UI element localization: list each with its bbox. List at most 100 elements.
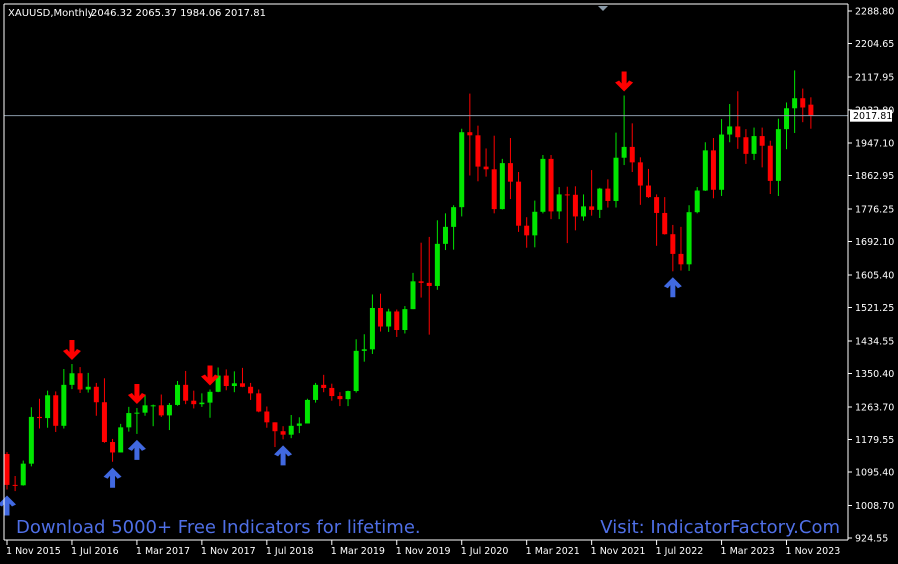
candle-body bbox=[394, 311, 400, 331]
time-tick-label: 1 Jul 2016 bbox=[71, 546, 119, 557]
candle-body bbox=[410, 281, 416, 310]
candle-body bbox=[540, 158, 546, 212]
candle-body bbox=[581, 206, 587, 217]
candle-body bbox=[321, 384, 327, 388]
price-tick-label: 1095.40 bbox=[855, 468, 894, 479]
price-tick-label: 1776.25 bbox=[855, 204, 894, 215]
time-tick-label: 1 Jul 2022 bbox=[656, 546, 704, 557]
candle-body bbox=[77, 373, 83, 390]
price-tick-label: 1179.55 bbox=[855, 435, 894, 446]
candle-body bbox=[451, 207, 457, 227]
candle bbox=[4, 452, 10, 490]
candle-body bbox=[93, 386, 99, 403]
candle-body bbox=[589, 206, 595, 210]
candle-body bbox=[223, 375, 229, 387]
candle-body bbox=[158, 405, 164, 416]
price-tick-label: 2117.95 bbox=[855, 72, 894, 83]
time-tick-label: 1 Mar 2017 bbox=[136, 546, 190, 557]
candle-body bbox=[613, 157, 619, 201]
candle-body bbox=[548, 158, 554, 212]
candle-body bbox=[564, 194, 570, 196]
candle-body bbox=[142, 405, 148, 413]
candle-body bbox=[621, 146, 627, 158]
chart-background bbox=[0, 0, 898, 564]
candle-body bbox=[800, 98, 806, 108]
candle-body bbox=[61, 384, 67, 426]
candle-body bbox=[719, 134, 725, 190]
candle-body bbox=[69, 373, 75, 385]
price-tick-label: 1947.10 bbox=[855, 138, 894, 149]
candle-body bbox=[759, 136, 765, 146]
candle-body bbox=[126, 413, 132, 428]
candle-body bbox=[12, 484, 18, 486]
candle-body bbox=[53, 395, 59, 426]
candle-body bbox=[808, 104, 814, 116]
candle-body bbox=[491, 169, 497, 210]
candle-body bbox=[418, 281, 424, 283]
time-tick-label: 1 Nov 2017 bbox=[201, 546, 256, 557]
price-tick-label: 1263.70 bbox=[855, 402, 894, 413]
time-tick-label: 1 Mar 2021 bbox=[526, 546, 580, 557]
time-tick-label: 1 Nov 2023 bbox=[786, 546, 841, 557]
candle-body bbox=[110, 442, 116, 453]
candle bbox=[20, 460, 26, 486]
candle bbox=[313, 382, 319, 403]
promo-visit-text: Visit: IndicatorFactory.Com bbox=[600, 517, 840, 538]
candle-body bbox=[662, 212, 668, 235]
candle-body bbox=[20, 463, 26, 486]
candle bbox=[540, 155, 546, 214]
time-tick-label: 1 Nov 2015 bbox=[6, 546, 61, 557]
candle-body bbox=[345, 391, 351, 400]
candle-body bbox=[378, 307, 384, 327]
time-tick-label: 1 Mar 2023 bbox=[721, 546, 775, 557]
candle-body bbox=[207, 391, 213, 403]
price-tick-label: 1350.40 bbox=[855, 369, 894, 380]
candle-body bbox=[784, 108, 790, 130]
candle-body bbox=[467, 132, 473, 136]
candle-body bbox=[426, 282, 432, 286]
candle-body bbox=[459, 132, 465, 208]
chart-canvas[interactable]: 2288.802204.652117.952032.801947.101862.… bbox=[0, 0, 898, 564]
candle-body bbox=[256, 393, 262, 412]
candle-body bbox=[45, 395, 51, 419]
candle-body bbox=[516, 181, 522, 226]
candle-body bbox=[329, 387, 335, 397]
candle bbox=[304, 398, 310, 424]
time-tick-label: 1 Jul 2018 bbox=[266, 546, 314, 557]
candle-body bbox=[288, 425, 294, 435]
candle-body bbox=[654, 197, 660, 213]
candle-body bbox=[751, 136, 757, 154]
candle-body bbox=[442, 226, 448, 244]
candle-body bbox=[337, 396, 343, 400]
time-tick-label: 1 Nov 2019 bbox=[396, 546, 451, 557]
candle-body bbox=[694, 190, 700, 213]
candle-body bbox=[150, 405, 156, 407]
candle-body bbox=[231, 383, 237, 387]
time-tick-label: 1 Nov 2021 bbox=[591, 546, 646, 557]
chart-window[interactable]: 2288.802204.652117.952032.801947.101862.… bbox=[0, 0, 898, 564]
candle-body bbox=[637, 162, 643, 186]
candle-body bbox=[678, 253, 684, 265]
promo-download-text: Download 5000+ Free Indicators for lifet… bbox=[16, 517, 421, 538]
candle-body bbox=[166, 404, 172, 416]
candle-body bbox=[361, 349, 367, 351]
candle bbox=[686, 205, 692, 271]
candle-body bbox=[605, 188, 611, 201]
candle-body bbox=[191, 400, 197, 405]
candle-body bbox=[524, 225, 530, 236]
candle-body bbox=[767, 145, 773, 181]
price-tick-label: 2204.65 bbox=[855, 39, 894, 50]
price-tick-label: 1692.10 bbox=[855, 237, 894, 248]
candle-body bbox=[183, 384, 189, 401]
candle bbox=[548, 155, 554, 220]
candle bbox=[499, 158, 505, 210]
current-price-label: 2017.81 bbox=[853, 111, 892, 122]
candle-body bbox=[386, 311, 392, 327]
candle bbox=[118, 423, 124, 453]
candle-body bbox=[775, 129, 781, 181]
price-tick-label: 1008.70 bbox=[855, 501, 894, 512]
candle-body bbox=[735, 126, 741, 138]
candle-body bbox=[792, 98, 798, 109]
candle-body bbox=[645, 185, 651, 198]
price-tick-label: 1605.40 bbox=[855, 270, 894, 281]
